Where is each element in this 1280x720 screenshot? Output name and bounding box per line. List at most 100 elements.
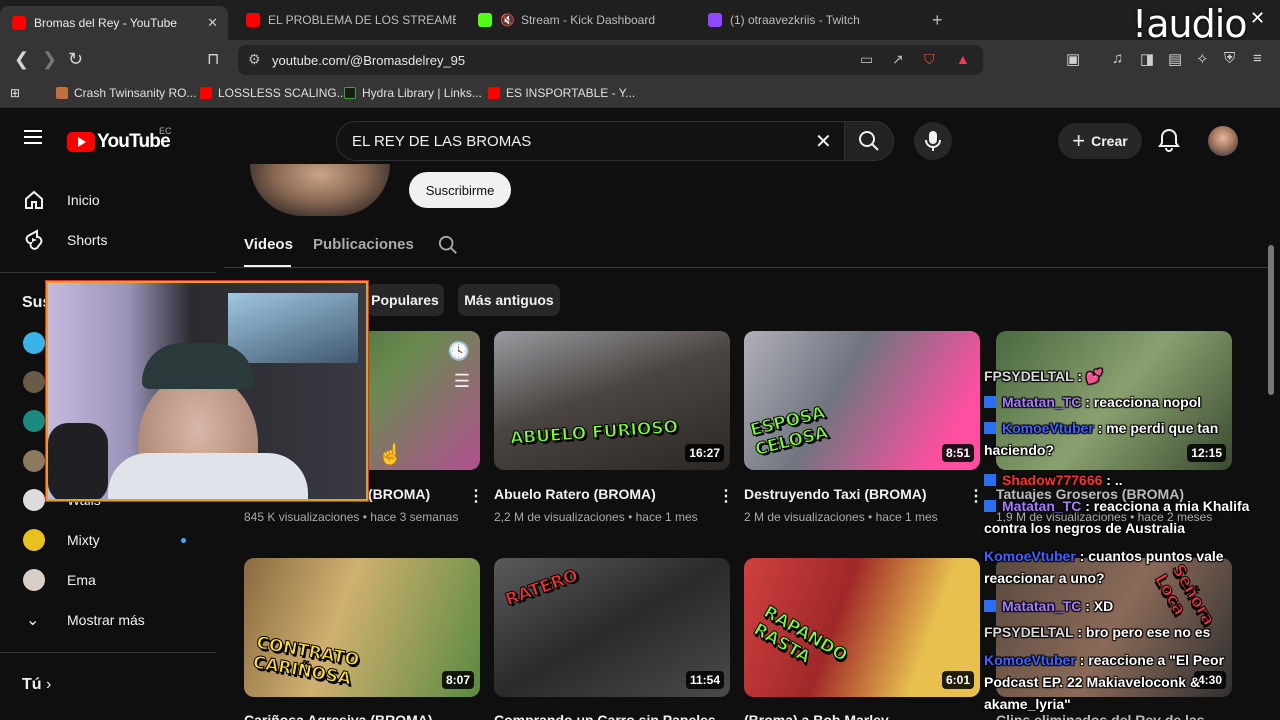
chat-text: : bro pero ese no es xyxy=(1073,624,1211,640)
guide-menu-icon[interactable] xyxy=(24,130,42,144)
video-title[interactable]: Destruyendo Taxi (BROMA) xyxy=(744,486,927,502)
sub-name: Ema xyxy=(67,572,96,588)
sidebar-you[interactable]: Tú › xyxy=(22,676,51,694)
sub-avatar[interactable] xyxy=(23,410,45,432)
video-meta: 2 M de visualizaciones • hace 1 mes xyxy=(744,510,938,524)
search-input[interactable]: EL REY DE LAS BROMAS ✕ xyxy=(336,121,844,161)
brave-shield-icon[interactable]: ⛉ xyxy=(924,51,935,68)
voice-search-button[interactable] xyxy=(914,122,952,160)
youtube-favicon-icon xyxy=(488,87,500,99)
sub-avatar[interactable] xyxy=(23,450,45,472)
new-tab-plus-icon[interactable]: + xyxy=(932,10,943,31)
chat-text: : XD xyxy=(1081,598,1114,614)
more-options-icon[interactable]: ⋮ xyxy=(718,486,734,506)
tabs-icon[interactable]: ▣ xyxy=(1066,50,1080,68)
new-content-dot xyxy=(181,538,186,543)
video-title[interactable]: (Broma) a Bob Marley xyxy=(744,712,889,720)
menu-icon[interactable]: ≡ xyxy=(1253,50,1262,67)
sub-avatar[interactable] xyxy=(23,371,45,393)
thumbnail-overlay-text: ABUELO FURIOSO xyxy=(509,417,679,450)
apps-grid-icon[interactable]: ⊞ xyxy=(10,86,20,100)
tab-twitch[interactable]: (1) otraavezkriis - Twitch xyxy=(696,6,916,34)
clear-search-icon[interactable]: ✕ xyxy=(815,129,832,154)
sub-avatar[interactable] xyxy=(23,332,45,354)
tab-close-icon[interactable]: ✕ xyxy=(207,15,218,31)
channel-avatar[interactable] xyxy=(250,164,390,216)
watch-later-icon[interactable]: 🕓 xyxy=(448,341,470,362)
tab-youtube-active[interactable]: Bromas del Rey - YouTube ✕ xyxy=(0,6,228,40)
share-icon[interactable]: ↗ xyxy=(892,51,904,68)
streamer-webcam-overlay xyxy=(45,280,369,502)
cast-icon[interactable]: ▭ xyxy=(860,51,873,68)
video-thumbnail[interactable]: CONTRATO CARIÑOSA 8:07 xyxy=(244,558,480,697)
chat-message: Matatan_TC : XD xyxy=(984,595,1278,617)
sidebar-item-home[interactable]: Inicio xyxy=(0,180,216,220)
tab-youtube-2[interactable]: EL PROBLEMA DE LOS STREAMERS E( xyxy=(234,6,456,34)
window-close-icon[interactable]: ✕ xyxy=(1250,8,1265,29)
wallet-icon[interactable]: ▤ xyxy=(1168,50,1182,68)
chip-oldest[interactable]: Más antiguos xyxy=(458,284,560,316)
youtube-logo[interactable]: YouTube xyxy=(67,131,171,153)
video-thumbnail[interactable]: RAPANDO RASTA 6:01 xyxy=(744,558,980,697)
tab-posts[interactable]: Publicaciones xyxy=(313,236,414,253)
chevron-down-icon: ⌄ xyxy=(26,612,40,629)
youtube-play-icon xyxy=(67,132,95,152)
tab-kick[interactable]: 🔇 Stream - Kick Dashboard xyxy=(466,6,686,34)
leo-icon[interactable]: ✧ xyxy=(1196,50,1209,68)
subscribe-button[interactable]: Suscribirme xyxy=(409,172,511,208)
search-button[interactable] xyxy=(844,121,894,161)
bookmark-item[interactable]: Crash Twinsanity RO... xyxy=(56,86,196,100)
sidebar-show-more[interactable]: ⌄ Mostrar más xyxy=(0,600,216,640)
bookmark-item[interactable]: LOSSLESS SCALING... xyxy=(200,86,347,100)
video-title[interactable]: (BROMA) xyxy=(368,486,430,502)
back-arrow-icon[interactable]: ❮ xyxy=(14,49,29,70)
sidebar-sub-ema[interactable]: Ema xyxy=(0,560,216,600)
search-icon xyxy=(859,131,879,151)
reload-icon[interactable]: ↻ xyxy=(68,49,83,70)
chip-label: Más antiguos xyxy=(464,292,554,308)
forward-arrow-icon[interactable]: ❯ xyxy=(42,49,57,70)
headphone xyxy=(48,423,108,499)
bookmark-item[interactable]: Hydra Library | Links... xyxy=(344,86,482,100)
video-thumbnail[interactable]: ABUELO FURIOSO 16:27 xyxy=(494,331,730,470)
more-options-icon[interactable]: ⋮ xyxy=(468,486,484,506)
more-options-icon[interactable]: ⋮ xyxy=(968,486,984,506)
chip-label: Populares xyxy=(371,292,439,308)
vpn-icon[interactable]: ⛨ xyxy=(1224,50,1235,67)
site-settings-icon[interactable]: ⚙ xyxy=(248,51,261,68)
video-thumbnail[interactable]: ESPOSA CELOSA 8:51 xyxy=(744,331,980,470)
muted-speaker-icon[interactable]: 🔇 xyxy=(500,13,515,27)
youtube-favicon-icon xyxy=(12,16,26,30)
sidebar-toggle-icon[interactable]: ◨ xyxy=(1140,50,1154,68)
thumbnail-overlay-text: CONTRATO CARIÑOSA xyxy=(251,632,361,690)
brave-rewards-icon[interactable]: ▲ xyxy=(956,51,970,67)
video-thumbnail[interactable]: RATERO 11:54 xyxy=(494,558,730,697)
address-bar[interactable]: ⚙ youtube.com/@Bromasdelrey_95 ▭ ↗ ⛉ ▲ xyxy=(238,45,983,75)
url-text: youtube.com/@Bromasdelrey_95 xyxy=(272,53,466,68)
notifications-bell-icon[interactable] xyxy=(1158,128,1180,152)
account-avatar[interactable] xyxy=(1208,126,1238,156)
chat-message: Shadow777666 : .. xyxy=(984,469,1278,491)
sidebar-sub-mixty[interactable]: Mixty xyxy=(0,520,216,560)
create-button[interactable]: + Crear xyxy=(1058,123,1142,159)
chat-username: KomoeVtuber xyxy=(984,652,1076,668)
chat-username: Matatan_TC xyxy=(1002,394,1082,410)
chip-popular[interactable]: Populares xyxy=(366,284,444,316)
bookmark-icon[interactable]: ⊓ xyxy=(207,49,219,69)
video-duration: 6:01 xyxy=(941,671,974,689)
sidebar-item-label: Inicio xyxy=(67,192,100,208)
twitch-favicon-icon xyxy=(708,13,722,27)
video-title[interactable]: Cariñosa Agresiva (BROMA) xyxy=(244,712,433,720)
tab-videos[interactable]: Videos xyxy=(244,236,293,253)
youtube-favicon-icon xyxy=(200,87,212,99)
sidebar-item-shorts[interactable]: Shorts xyxy=(0,220,216,260)
add-to-queue-icon[interactable]: ☰ xyxy=(454,371,470,392)
video-title[interactable]: Abuelo Ratero (BROMA) xyxy=(494,486,656,502)
video-title[interactable]: Comprando un Carro sin Papeles xyxy=(494,712,716,720)
search-value: EL REY DE LAS BROMAS xyxy=(352,133,532,150)
music-icon[interactable]: ♫ xyxy=(1112,50,1123,67)
channel-search-icon[interactable] xyxy=(438,235,458,255)
video-meta: 2,2 M de visualizaciones • hace 1 mes xyxy=(494,510,698,524)
bookmark-item[interactable]: ES INSPORTABLE - Y... xyxy=(488,86,635,100)
chat-message: FPSYDELTAL : bro pero ese no es xyxy=(984,621,1278,643)
